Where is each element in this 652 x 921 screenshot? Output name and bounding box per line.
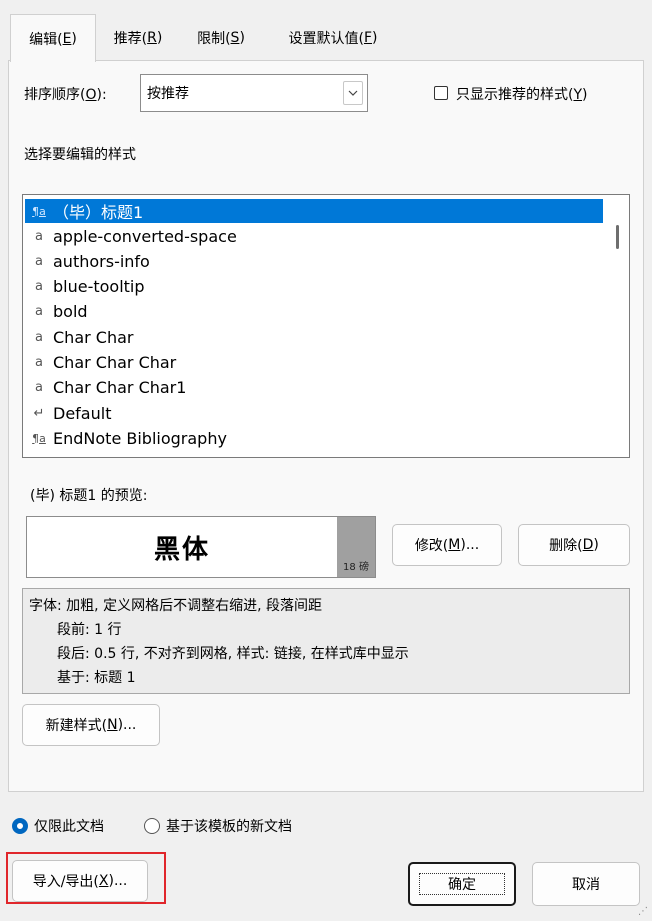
this-document-radio[interactable] [12, 818, 28, 834]
return-arrow-icon: ↵ [33, 405, 45, 421]
tab-recommend[interactable]: 推荐(R) [100, 16, 176, 60]
paragraph-style-icon: ¶a [32, 431, 46, 445]
tab-recommend-key: R [147, 30, 157, 46]
list-item[interactable]: a Char Char [25, 325, 603, 349]
style-preview: 黑体 18 磅 [26, 516, 376, 578]
recommended-only-label[interactable]: 只显示推荐的样式(Y) [456, 84, 588, 104]
list-item[interactable]: a Char Char Char1 [25, 375, 603, 399]
recommended-only-label-text: 只显示推荐的样式( [456, 87, 574, 103]
list-item[interactable]: ¶a （毕）标题1 [25, 199, 603, 223]
list-item-label: （毕）标题1 [53, 203, 144, 222]
tab-edit-tail: ) [71, 30, 77, 47]
tab-restrict[interactable]: 限制(S) [180, 16, 262, 60]
list-item[interactable]: a apple-converted-space [25, 224, 603, 248]
import-export-button-key: X [98, 873, 109, 889]
sort-order-label-post: ): [96, 87, 107, 103]
description-line: 字体: 加粗, 定义网格后不调整右缩进, 段落间距 [29, 598, 322, 614]
tab-strip: 编辑(E) 推荐(R) 限制(S) 设置默认值(F) [0, 0, 652, 62]
list-item-label: blue-tooltip [53, 276, 145, 296]
character-style-icon: a [35, 379, 43, 395]
list-item[interactable]: a authors-info [25, 249, 603, 273]
sort-order-value: 按推荐 [147, 86, 189, 102]
tab-restrict-tail: ) [239, 30, 245, 46]
delete-button-label: 删除( [549, 538, 583, 554]
new-style-button-key: N [107, 717, 118, 733]
new-style-button-label: 新建样式( [45, 718, 108, 734]
new-style-button[interactable]: 新建样式(N)... [22, 704, 160, 746]
tab-edit[interactable]: 编辑(E) [10, 14, 96, 62]
new-style-button-post: )... [117, 717, 137, 733]
description-line: 段前: 1 行 [57, 622, 122, 638]
resize-grip-icon[interactable]: ⋰ [638, 906, 648, 917]
tab-recommend-label: 推荐( [113, 31, 148, 47]
modify-button-post: )... [460, 537, 480, 553]
character-style-icon: a [35, 228, 43, 244]
template-radio[interactable] [144, 818, 160, 834]
tab-edit-label: 编辑( [29, 31, 63, 48]
style-description: 字体: 加粗, 定义网格后不调整右缩进, 段落间距 段前: 1 行 段后: 0.… [22, 588, 630, 694]
import-export-button[interactable]: 导入/导出(X)... [12, 860, 148, 902]
description-line: 段后: 0.5 行, 不对齐到网格, 样式: 链接, 在样式库中显示 [57, 646, 409, 662]
sort-order-label-key: O [85, 87, 97, 103]
character-style-icon: a [35, 329, 43, 345]
tab-restrict-label: 限制( [197, 31, 231, 47]
modify-button-label: 修改( [414, 538, 449, 554]
tab-recommend-tail: ) [156, 30, 163, 46]
chevron-down-icon[interactable] [343, 81, 363, 105]
recommended-only-label-key: Y [573, 87, 583, 103]
paragraph-style-icon: ¶a [32, 204, 46, 218]
recommended-only-checkbox[interactable] [434, 86, 448, 100]
list-item-label: Char Char Char1 [53, 377, 187, 397]
delete-button-key: D [582, 537, 594, 553]
preview-label: (毕) 标题1 的预览: [30, 488, 148, 504]
tab-defaults-tail: ) [372, 30, 378, 46]
preview-font-size: 18 磅 [337, 517, 375, 577]
sort-order-label-text: 排序顺序( [24, 87, 86, 103]
ok-button-label: 确定 [419, 873, 505, 895]
sort-order-select[interactable]: 按推荐 [140, 74, 368, 112]
description-line: 基于: 标题 1 [57, 670, 136, 686]
list-item[interactable]: a Char Char Char [25, 350, 603, 374]
list-item[interactable]: ↵ Default [25, 401, 603, 425]
character-style-icon: a [35, 278, 43, 294]
ok-button[interactable]: 确定 [408, 862, 516, 906]
list-item-label: apple-converted-space [53, 226, 237, 246]
modify-button-key: M [448, 537, 461, 553]
tab-defaults[interactable]: 设置默认值(F) [266, 16, 400, 60]
tab-defaults-key: F [363, 30, 373, 46]
delete-button[interactable]: 删除(D) [518, 524, 630, 566]
list-item-label: Default [53, 403, 112, 423]
recommended-only-label-post: ) [582, 87, 588, 103]
cancel-button-label: 取消 [572, 877, 600, 893]
list-item-label: EndNote Bibliography [53, 428, 227, 448]
list-item-label: Char Char Char [53, 352, 177, 372]
list-item-label: Char Char [53, 327, 134, 347]
import-export-button-label: 导入/导出( [32, 874, 99, 890]
character-style-icon: a [35, 354, 43, 370]
list-item[interactable]: a bold [25, 299, 603, 323]
style-list-label: 选择要编辑的样式 [24, 147, 136, 163]
delete-button-post: ) [593, 537, 599, 553]
list-item[interactable]: ¶a EndNote Bibliography [25, 426, 603, 450]
this-document-label[interactable]: 仅限此文档 [34, 816, 104, 836]
import-export-button-post: )... [108, 873, 128, 889]
list-item[interactable]: a blue-tooltip [25, 274, 603, 298]
tab-defaults-label: 设置默认值( [288, 31, 364, 47]
style-list[interactable]: ¶a （毕）标题1 a apple-converted-space a auth… [22, 194, 630, 458]
preview-sample-text: 黑体 [153, 534, 210, 565]
sort-order-label: 排序顺序(O): [24, 84, 107, 104]
character-style-icon: a [35, 303, 43, 319]
template-label[interactable]: 基于该模板的新文档 [166, 816, 292, 836]
tab-restrict-key: S [230, 30, 240, 46]
character-style-icon: a [35, 253, 43, 269]
list-item-label: bold [53, 301, 88, 321]
cancel-button[interactable]: 取消 [532, 862, 640, 906]
list-scrollbar-thumb[interactable] [616, 225, 619, 249]
modify-button[interactable]: 修改(M)... [392, 524, 502, 566]
tab-edit-key: E [62, 30, 72, 47]
list-item-label: authors-info [53, 251, 150, 271]
